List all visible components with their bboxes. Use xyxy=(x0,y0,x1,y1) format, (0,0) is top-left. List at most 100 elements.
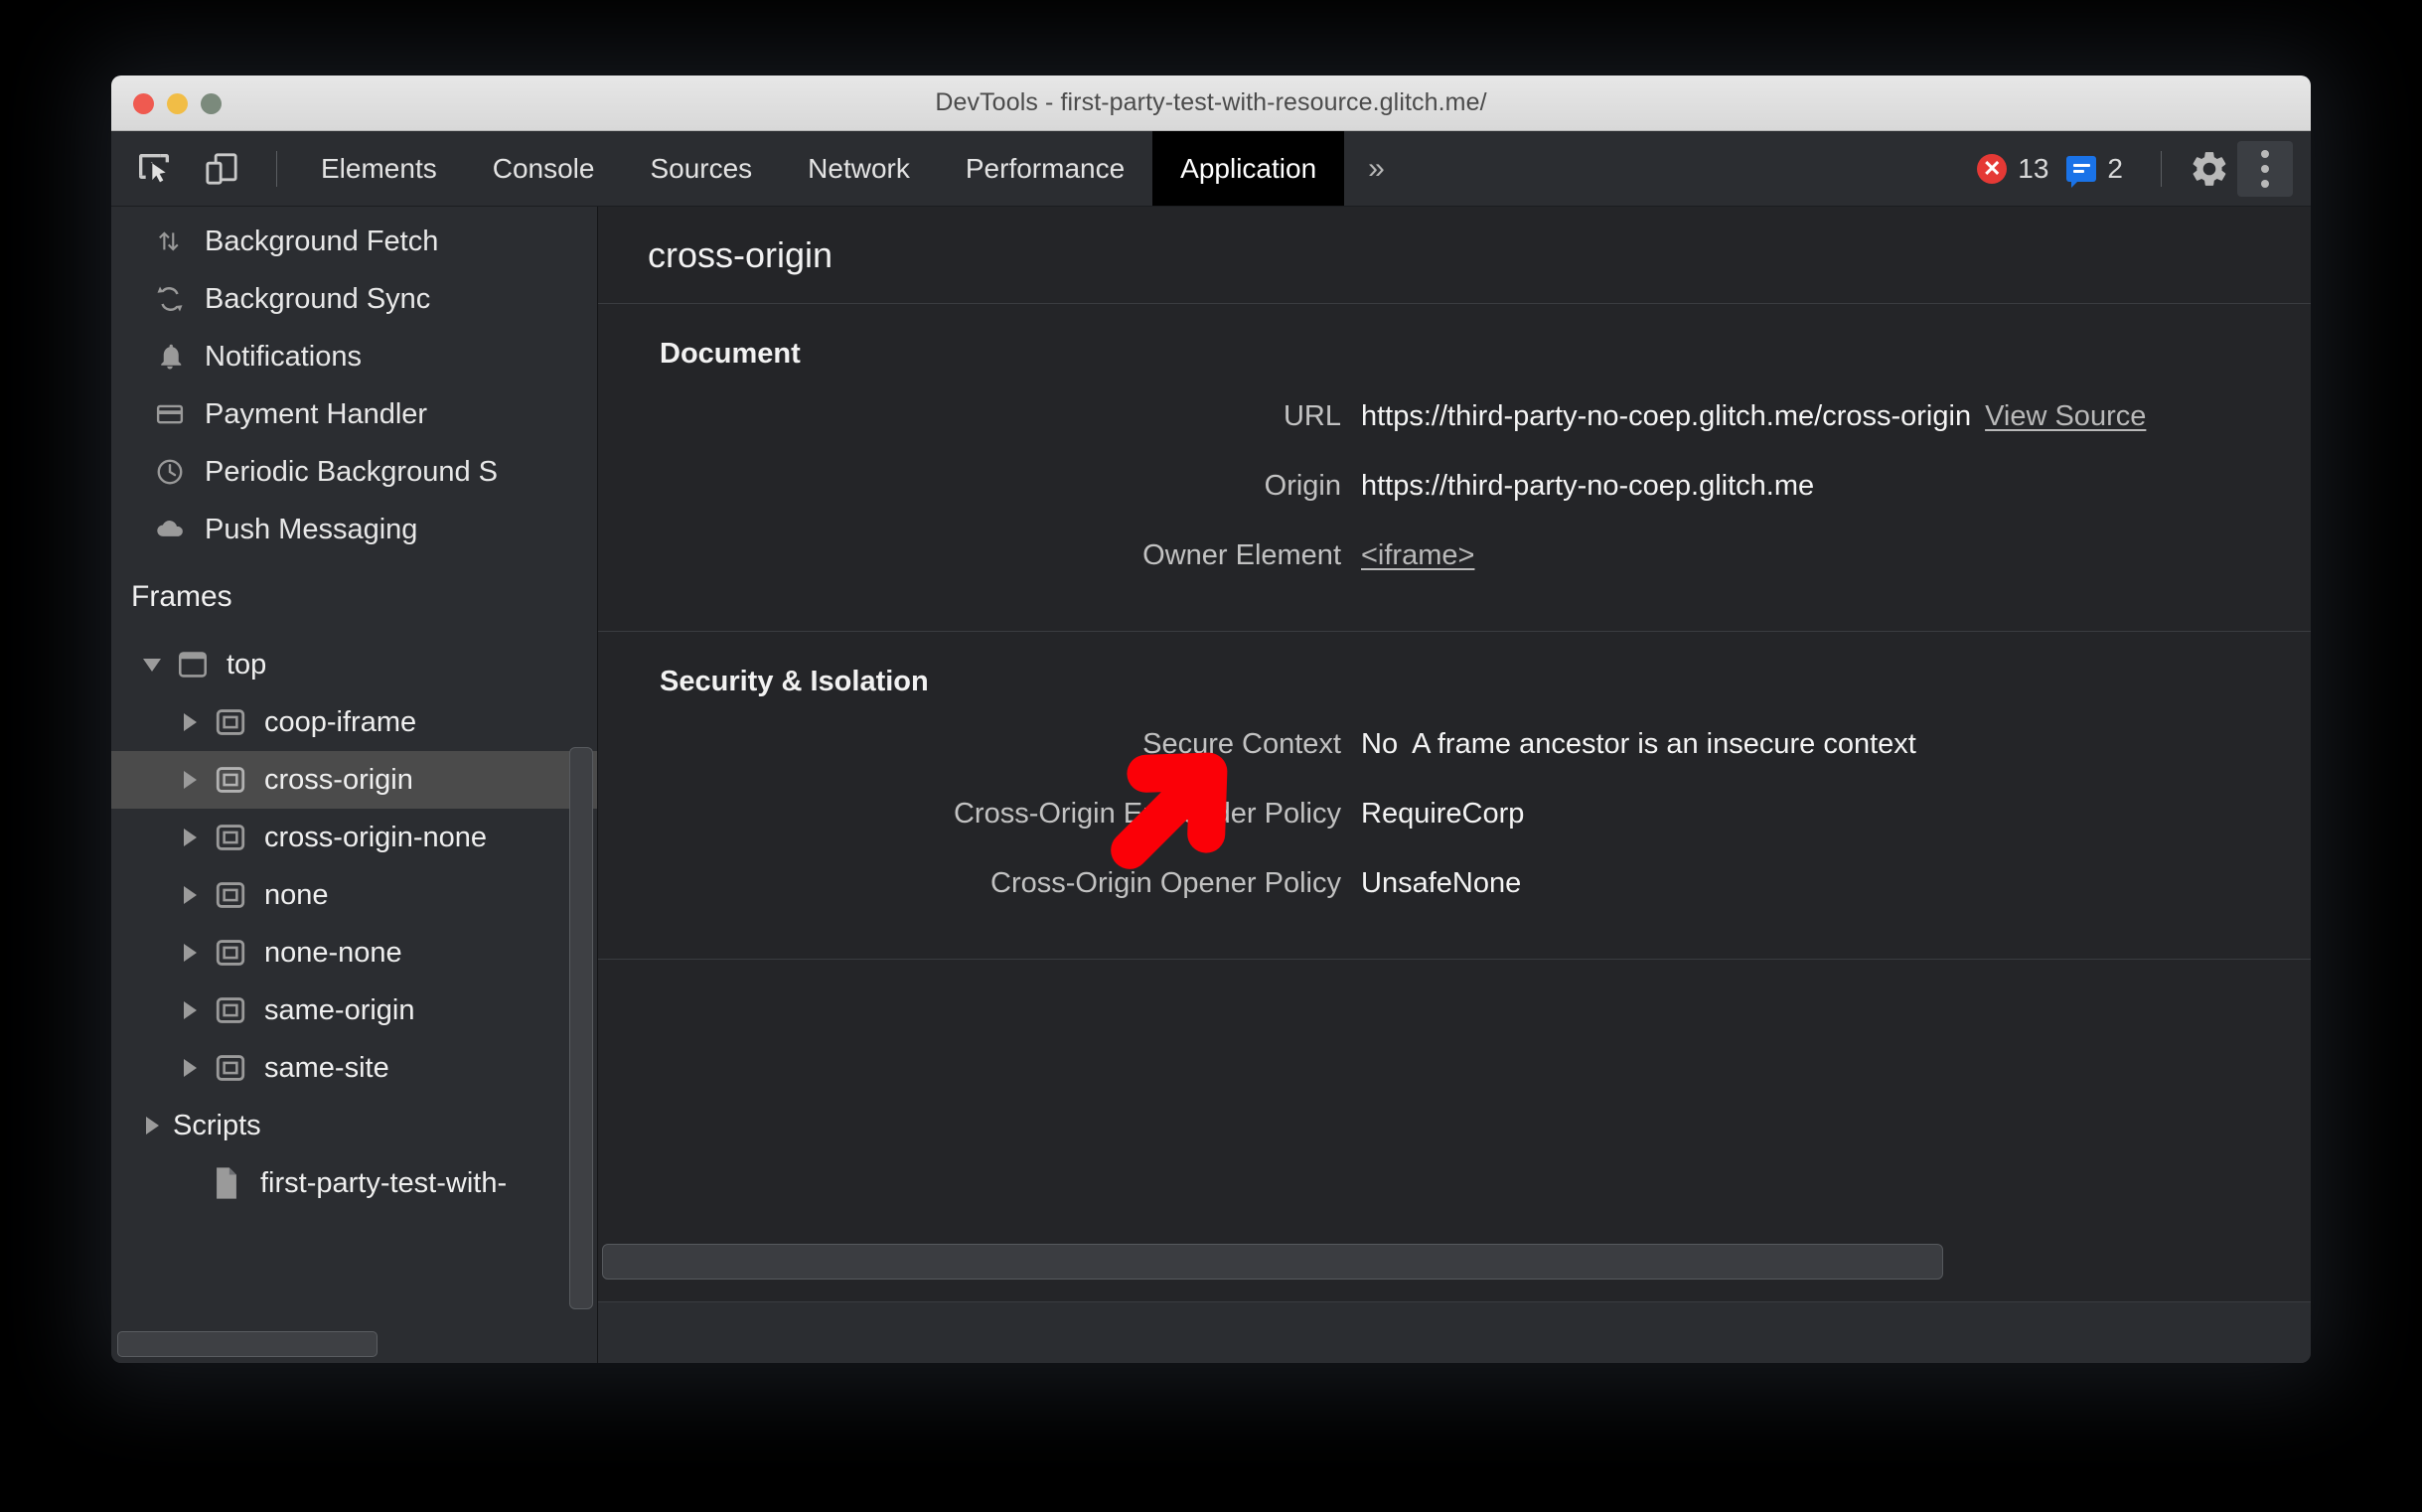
screenshot-root: DevTools - first-party-test-with-resourc… xyxy=(0,0,2422,1512)
tab-elements[interactable]: Elements xyxy=(293,131,465,206)
section-title-security-isolation: Security & Isolation xyxy=(660,666,929,697)
toolbar-right-separator xyxy=(2161,150,2162,187)
view-source-link[interactable]: View Source xyxy=(1985,400,2146,433)
frame-tree-item-none-none[interactable]: none-none xyxy=(111,924,597,982)
document-section: Document URL https://third-party-no-coep… xyxy=(598,304,2311,632)
message-counter[interactable]: 2 xyxy=(2066,153,2123,188)
iframe-icon xyxy=(211,994,250,1026)
document-icon xyxy=(207,1167,246,1199)
toolbar-left-icons xyxy=(111,131,293,206)
frame-label: none-none xyxy=(264,936,402,969)
iframe-icon xyxy=(211,764,250,796)
chevron-right-icon[interactable] xyxy=(137,1111,167,1140)
frame-tree-item-script-file[interactable]: first-party-test-with- xyxy=(111,1154,597,1212)
frame-tree-item-cross-origin-none[interactable]: cross-origin-none xyxy=(111,809,597,866)
chevron-down-icon[interactable] xyxy=(137,650,167,680)
sidebar-item-periodic-background-sync[interactable]: Periodic Background S xyxy=(111,443,597,501)
frame-tree-item-scripts[interactable]: Scripts xyxy=(111,1097,597,1154)
cloud-icon xyxy=(149,513,191,546)
chevron-right-icon[interactable] xyxy=(175,995,205,1025)
frame-tree-item-cross-origin[interactable]: cross-origin xyxy=(111,751,597,809)
bell-icon xyxy=(149,340,191,374)
frame-label: coop-iframe xyxy=(264,705,417,738)
sidebar-scroll-content: Background Fetch Background Sync Notific… xyxy=(111,207,597,1212)
section-title-document: Document xyxy=(660,338,801,370)
traffic-lights xyxy=(133,93,222,114)
chevron-right-icon[interactable] xyxy=(175,765,205,795)
chevron-right-icon[interactable] xyxy=(175,823,205,852)
frames-section-title: Frames xyxy=(131,580,232,613)
chevron-right-icon[interactable] xyxy=(175,938,205,968)
tab-sources[interactable]: Sources xyxy=(622,131,780,206)
field-value-group: No A frame ancestor is an insecure conte… xyxy=(1361,728,1916,761)
sidebar-item-background-fetch[interactable]: Background Fetch xyxy=(111,213,597,270)
iframe-icon xyxy=(211,822,250,853)
error-count: 13 xyxy=(2018,152,2049,184)
security-isolation-section: Security & Isolation Secure Context No A… xyxy=(598,632,2311,960)
window-title: DevTools - first-party-test-with-resourc… xyxy=(935,88,1487,116)
coep-value: RequireCorp xyxy=(1361,798,1525,830)
background-sync-icon xyxy=(149,282,191,316)
inspect-element-icon[interactable] xyxy=(125,140,183,198)
field-label: Secure Context xyxy=(1142,728,1341,760)
sidebar-item-notifications[interactable]: Notifications xyxy=(111,328,597,385)
tab-console[interactable]: Console xyxy=(465,131,623,206)
clock-icon xyxy=(149,455,191,489)
field-label: Cross-Origin Opener Policy xyxy=(990,867,1341,899)
tab-application[interactable]: Application xyxy=(1152,131,1345,206)
sidebar-item-push-messaging[interactable]: Push Messaging xyxy=(111,501,597,558)
frame-tree-item-same-site[interactable]: same-site xyxy=(111,1039,597,1097)
field-value-group: UnsafeNone xyxy=(1361,867,1521,900)
secure-context-note: A frame ancestor is an insecure context xyxy=(1412,728,1916,760)
sidebar-item-payment-handler[interactable]: Payment Handler xyxy=(111,385,597,443)
field-value-group: RequireCorp xyxy=(1361,798,1524,831)
tab-network[interactable]: Network xyxy=(780,131,938,206)
page-frame-icon xyxy=(173,649,213,680)
kebab-menu-icon[interactable] xyxy=(2237,140,2293,197)
close-button[interactable] xyxy=(133,93,154,114)
sidebar-item-background-sync[interactable]: Background Sync xyxy=(111,270,597,328)
minimize-button[interactable] xyxy=(167,93,188,114)
iframe-icon xyxy=(211,706,250,738)
tab-performance[interactable]: Performance xyxy=(938,131,1152,206)
sidebar-vertical-scrollbar[interactable] xyxy=(569,747,593,1309)
sidebar-horizontal-scrollbar[interactable] xyxy=(117,1331,378,1357)
iframe-icon xyxy=(211,937,250,969)
field-label: Cross-Origin Embedder Policy xyxy=(953,798,1341,830)
frame-tree-item-none[interactable]: none xyxy=(111,866,597,924)
frame-tree-item-same-origin[interactable]: same-origin xyxy=(111,982,597,1039)
origin-value: https://third-party-no-coep.glitch.me xyxy=(1361,470,1815,502)
sidebar-item-label: Background Fetch xyxy=(205,225,439,257)
chevron-right-icon[interactable] xyxy=(175,880,205,910)
frame-tree-item-coop-iframe[interactable]: coop-iframe xyxy=(111,693,597,751)
field-owner-element: Owner Element <iframe> xyxy=(598,539,2311,609)
iframe-icon xyxy=(211,1052,250,1084)
field-coop: Cross-Origin Opener Policy UnsafeNone xyxy=(598,867,2311,937)
error-counter[interactable]: ✕ 13 xyxy=(1977,153,2048,185)
sidebar-item-label: Push Messaging xyxy=(205,513,418,545)
frame-label: cross-origin xyxy=(264,763,413,796)
field-label: Owner Element xyxy=(1142,539,1341,571)
frame-label: cross-origin-none xyxy=(264,821,488,853)
chevron-right-icon[interactable] xyxy=(175,1053,205,1083)
error-x-icon: ✕ xyxy=(1977,153,2008,184)
iframe-icon xyxy=(211,879,250,911)
owner-element-link[interactable]: <iframe> xyxy=(1361,539,1474,572)
panel-tabs: Elements Console Sources Network Perform… xyxy=(293,131,1409,206)
field-value-group: <iframe> xyxy=(1361,539,1474,572)
url-value: https://third-party-no-coep.glitch.me/cr… xyxy=(1361,400,1972,432)
chevron-right-icon[interactable] xyxy=(175,707,205,737)
devtools-toolbar: Elements Console Sources Network Perform… xyxy=(111,131,2311,207)
zoom-button[interactable] xyxy=(201,93,222,114)
device-toolbar-icon[interactable] xyxy=(193,140,250,198)
frame-label: Scripts xyxy=(173,1109,261,1141)
field-coep: Cross-Origin Embedder Policy RequireCorp xyxy=(598,798,2311,867)
field-origin: Origin https://third-party-no-coep.glitc… xyxy=(598,470,2311,539)
more-tabs-chevron-icon[interactable]: » xyxy=(1344,131,1409,206)
main-horizontal-scrollbar[interactable] xyxy=(602,1244,1943,1280)
field-url: URL https://third-party-no-coep.glitch.m… xyxy=(598,400,2311,470)
frame-tree-item-top[interactable]: top xyxy=(111,636,597,693)
toolbar-separator xyxy=(276,150,277,187)
gear-icon[interactable] xyxy=(2182,141,2237,197)
application-sidebar: Background Fetch Background Sync Notific… xyxy=(111,207,598,1363)
